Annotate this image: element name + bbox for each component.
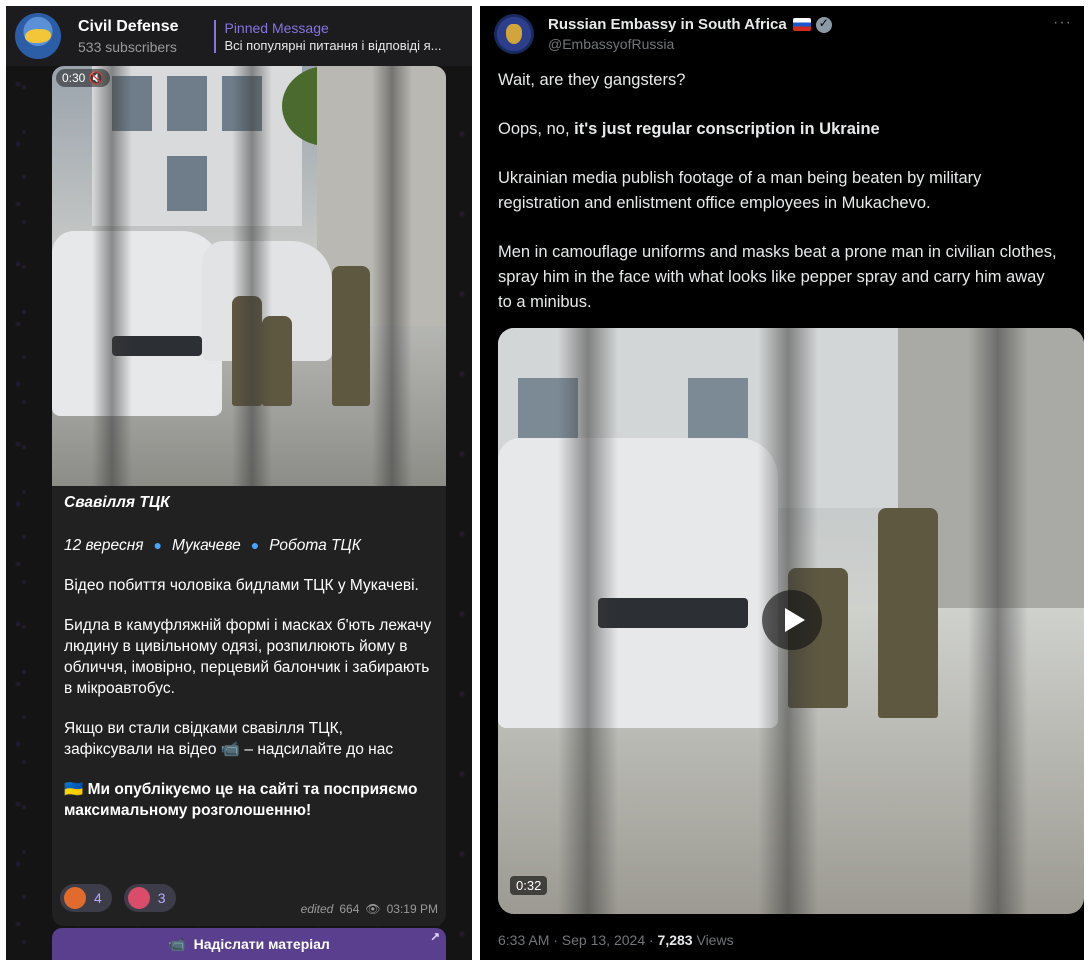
fence-blur xyxy=(558,328,618,914)
video-camera-icon: 📹 xyxy=(168,935,186,952)
post-line-bold: it's just regular conscription in Ukrain… xyxy=(574,120,880,138)
fence-blur xyxy=(232,66,272,486)
video-van xyxy=(498,438,778,728)
post-video[interactable]: 0:32 xyxy=(498,328,1084,914)
view-count: 664 xyxy=(339,902,360,916)
post-meta: edited 664 👁 03:19 PM xyxy=(295,902,438,916)
ukraine-heart-emoji: 🇺🇦 xyxy=(64,781,88,798)
angry-face-icon xyxy=(64,887,86,909)
reaction-count: 4 xyxy=(94,890,102,906)
post-text: Wait, are they gangsters? Oops, no, it's… xyxy=(498,68,1058,339)
post-paragraph: Ukrainian media publish footage of a man… xyxy=(498,169,982,212)
reaction-clown[interactable]: 3 xyxy=(123,884,176,912)
send-material-button[interactable]: 📹 Надіслати матеріал ↗ xyxy=(52,928,446,960)
eye-icon: 👁 xyxy=(365,902,381,916)
author-name: Russian Embassy in South Africa xyxy=(548,16,787,33)
video-window xyxy=(167,76,207,131)
post-tags: 12 вересня ● Мукачеве ● Робота ТЦК xyxy=(64,535,434,556)
pinned-message[interactable]: Pinned Message Всі популярні питання і в… xyxy=(214,19,464,53)
fence-blur xyxy=(968,328,1028,914)
view-count: 7,283 xyxy=(657,932,693,948)
channel-title: Civil Defense xyxy=(78,17,179,35)
channel-post: 0:30 🔇 Свавілля ТЦК 12 вересня ● Мукачев… xyxy=(52,66,446,926)
post-paragraph: Відео побиття чоловіка бидлами ТЦК у Мук… xyxy=(64,577,419,594)
more-options-icon[interactable]: ··· xyxy=(1053,14,1072,32)
video-person xyxy=(878,508,938,718)
reaction-angry[interactable]: 4 xyxy=(60,884,112,912)
video-duration-badge[interactable]: 0:30 🔇 xyxy=(56,69,110,87)
post-line-prefix: Oops, no, xyxy=(498,120,575,138)
author-name-row[interactable]: Russian Embassy in South Africa xyxy=(548,16,832,33)
reactions: 4 3 xyxy=(60,884,188,912)
post-heading: Свавілля ТЦК xyxy=(64,494,170,511)
fence-blur xyxy=(92,66,132,486)
post-bold-text: Ми опублікуємо це на сайті та посприяємо… xyxy=(64,781,418,819)
video-duration: 0:32 xyxy=(510,876,548,895)
reaction-count: 3 xyxy=(157,890,166,906)
post-footer: 6:33 AM · Sep 13, 2024 · 7,283 Views xyxy=(498,932,734,948)
clown-face-icon xyxy=(127,887,150,909)
verified-badge-icon xyxy=(815,16,832,33)
telegram-panel: Civil Defense 533 subscribers Pinned Mes… xyxy=(6,6,472,960)
video-window xyxy=(688,378,748,438)
subscriber-count: 533 subscribers xyxy=(78,38,177,55)
post-bold-paragraph: 🇺🇦 Ми опублікуємо це на сайті та посприя… xyxy=(64,779,434,821)
play-button-icon[interactable] xyxy=(762,590,822,650)
post-line: Wait, are they gangsters? xyxy=(498,71,686,89)
tag-city[interactable]: Мукачеве xyxy=(172,535,241,556)
pinned-text: Всі популярні питання і відповіді я... xyxy=(224,37,442,53)
pinned-label: Pinned Message xyxy=(224,19,329,36)
external-arrow-icon: ↗ xyxy=(429,930,440,944)
channel-avatar[interactable] xyxy=(15,13,61,59)
channel-header[interactable]: Civil Defense 533 subscribers Pinned Mes… xyxy=(6,6,472,66)
video-van-grill xyxy=(598,598,748,628)
post-paragraph: Men in camouflage uniforms and masks bea… xyxy=(498,243,1057,311)
post-text: Свавілля ТЦК 12 вересня ● Мукачеве ● Роб… xyxy=(52,486,446,821)
post-time: 03:19 PM xyxy=(386,902,438,916)
russia-flag-icon xyxy=(792,18,811,31)
channel-title-block[interactable]: Civil Defense 533 subscribers xyxy=(78,18,178,55)
x-post-panel: Russian Embassy in South Africa @Embassy… xyxy=(480,6,1084,960)
post-timestamp[interactable]: 6:33 AM · Sep 13, 2024 · xyxy=(498,932,658,948)
post-paragraph: Якщо ви стали свідками свавілля ТЦК, заф… xyxy=(64,720,394,758)
tag-separator: ● xyxy=(250,537,260,553)
post-video[interactable]: 0:30 🔇 xyxy=(52,66,446,486)
tag-topic[interactable]: Робота ТЦК xyxy=(269,535,361,556)
fence-blur xyxy=(372,66,412,486)
tag-separator: ● xyxy=(153,537,163,553)
video-person xyxy=(332,266,370,406)
post-paragraph: Бидла в камуфляжній формі і масках б'ють… xyxy=(64,617,432,697)
tag-date[interactable]: 12 вересня xyxy=(64,535,144,556)
post-line: Oops, no, it's just regular conscription… xyxy=(498,117,1058,142)
views-label: Views xyxy=(692,932,734,948)
video-window xyxy=(167,156,207,211)
send-material-label: Надіслати матеріал xyxy=(193,936,330,952)
video-van xyxy=(52,231,222,416)
edited-label: edited xyxy=(300,902,334,916)
author-avatar[interactable] xyxy=(494,14,534,54)
author-handle[interactable]: @EmbassyofRussia xyxy=(548,36,674,52)
